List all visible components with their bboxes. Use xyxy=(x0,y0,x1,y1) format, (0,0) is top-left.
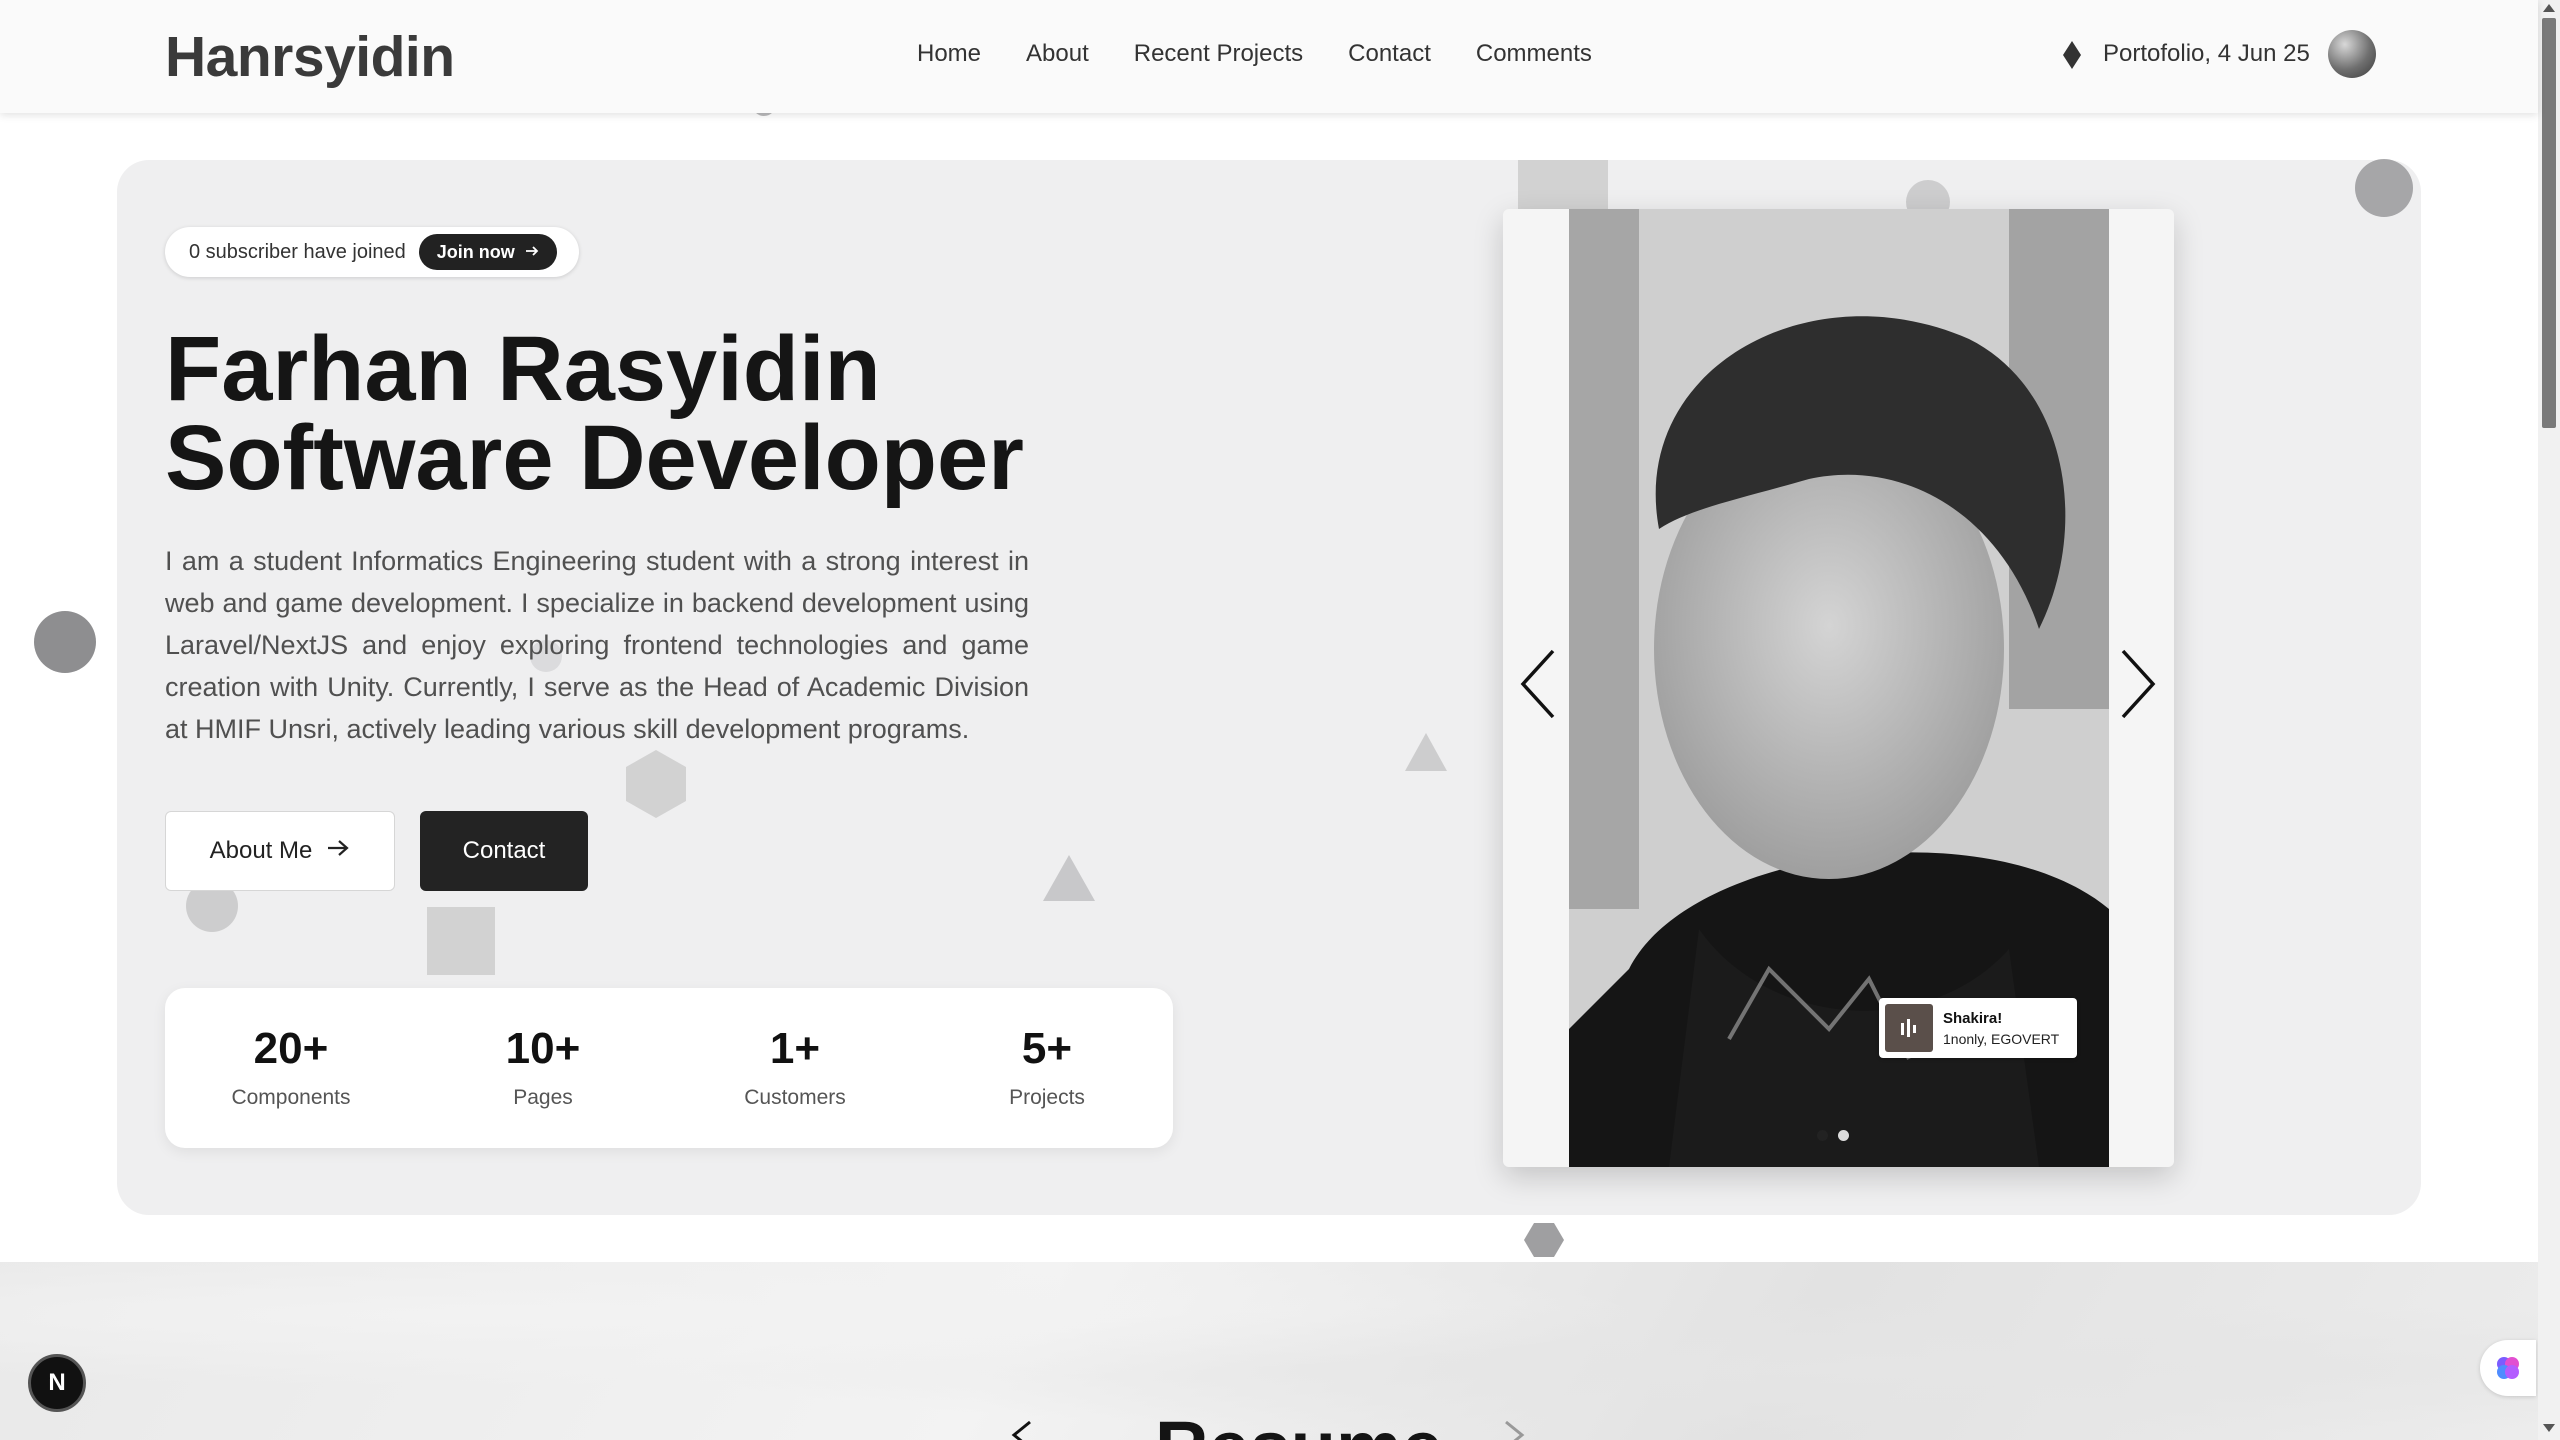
stat-value: 20+ xyxy=(253,1024,329,1073)
hero-title-role: Software Developer xyxy=(165,407,1024,509)
about-me-label: About Me xyxy=(209,837,313,864)
stat-pages: 10+ Pages xyxy=(417,988,669,1148)
stat-value: 10+ xyxy=(505,1024,581,1073)
stat-projects: 5+ Projects xyxy=(921,988,1173,1148)
about-me-button[interactable]: About Me xyxy=(165,811,395,891)
nav-link-contact[interactable]: Contact xyxy=(1348,40,1431,68)
music-thumbnail xyxy=(1885,1004,1933,1052)
decor-square xyxy=(427,907,495,975)
decor-triangle xyxy=(1405,733,1447,771)
scroll-down-arrow[interactable] xyxy=(2543,1424,2555,1432)
page-scrollbar[interactable] xyxy=(2538,0,2560,1440)
decor-hexagon xyxy=(1524,1223,1564,1257)
carousel-dots xyxy=(1817,1130,1849,1141)
music-artist: 1nonly, EGOVERT xyxy=(1943,1030,2060,1047)
arrow-right-icon xyxy=(326,837,350,865)
carousel-prev-arrow[interactable] xyxy=(1519,649,1557,724)
hero-title-name: Farhan Rasyidin xyxy=(165,318,881,420)
resume-prev-arrow[interactable] xyxy=(1010,1420,1034,1440)
carousel-dot[interactable] xyxy=(1817,1130,1828,1141)
hero-title: Farhan Rasyidin Software Developer xyxy=(165,323,1024,504)
brand-logo[interactable]: Hanrsyidin xyxy=(165,24,455,90)
decor-triangle xyxy=(1043,855,1095,901)
decor-hexagon xyxy=(626,750,686,818)
stat-label: Projects xyxy=(1009,1086,1085,1109)
resume-title: Resume xyxy=(1155,1405,1443,1440)
nav-link-comments[interactable]: Comments xyxy=(1476,40,1592,68)
stat-components: 20+ Components xyxy=(165,988,417,1148)
carousel-next-arrow[interactable] xyxy=(2119,649,2157,724)
hero-description: I am a student Informatics Engineering s… xyxy=(165,546,1029,744)
portfolio-date: Portofolio, 4 Jun 25 xyxy=(2103,40,2310,67)
avatar[interactable] xyxy=(2327,30,2376,78)
nav-links: Home About Recent Projects Contact Comme… xyxy=(917,40,1592,68)
brain-extension-icon[interactable] xyxy=(2480,1340,2536,1396)
carousel-dot-active[interactable] xyxy=(1838,1130,1849,1141)
nextjs-badge[interactable]: N xyxy=(28,1354,86,1412)
stat-label: Customers xyxy=(744,1086,846,1109)
music-info: Shakira! 1nonly, EGOVERT xyxy=(1943,1010,2059,1047)
subscriber-pill: 0 subscriber have joined Join now xyxy=(165,227,579,277)
nav-link-recent-projects[interactable]: Recent Projects xyxy=(1134,40,1303,68)
decor-circle xyxy=(34,611,96,673)
contact-button[interactable]: Contact xyxy=(420,811,588,891)
scrollbar-thumb[interactable] xyxy=(2542,18,2556,428)
stat-value: 5+ xyxy=(1021,1024,1073,1073)
join-now-label: Join now xyxy=(436,241,515,262)
music-card[interactable]: Shakira! 1nonly, EGOVERT xyxy=(1879,998,2077,1058)
subscriber-text: 0 subscriber have joined xyxy=(189,240,406,263)
navbar: Hanrsyidin Home About Recent Projects Co… xyxy=(0,0,2538,113)
audio-wave-icon xyxy=(1901,1019,1916,1037)
stat-label: Components xyxy=(231,1086,351,1109)
resume-next-arrow[interactable] xyxy=(1502,1420,1526,1440)
music-title: Shakira! xyxy=(1943,1009,2003,1027)
join-now-button[interactable]: Join now xyxy=(418,234,557,270)
stat-label: Pages xyxy=(513,1086,573,1109)
stat-customers: 1+ Customers xyxy=(669,988,921,1148)
nav-right: Portofolio, 4 Jun 25 xyxy=(2063,30,2376,78)
nav-link-home[interactable]: Home xyxy=(917,40,981,68)
nav-link-about[interactable]: About xyxy=(1026,40,1089,68)
decor-circle xyxy=(2355,159,2413,217)
stats-card: 20+ Components 10+ Pages 1+ Customers 5+… xyxy=(165,988,1173,1148)
diamond-icon xyxy=(2063,41,2081,69)
stat-value: 1+ xyxy=(769,1024,821,1073)
arrow-right-icon xyxy=(525,242,539,263)
scroll-up-arrow[interactable] xyxy=(2543,4,2555,12)
